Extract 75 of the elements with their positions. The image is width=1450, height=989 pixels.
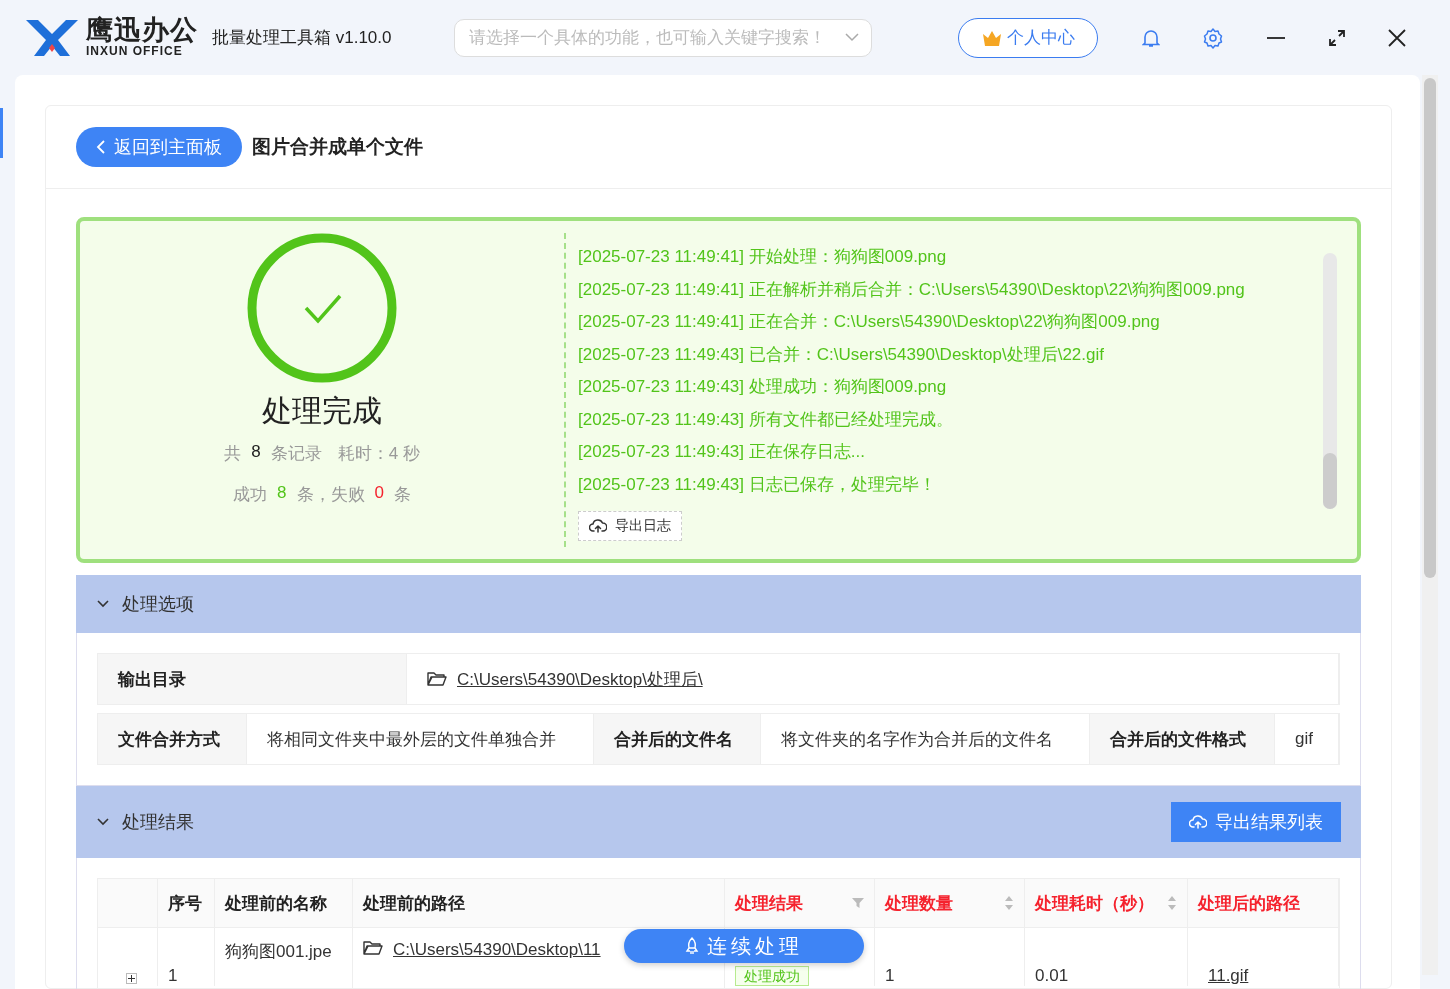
minimize-icon[interactable] <box>1265 35 1286 40</box>
user-center-button[interactable]: 个人中心 <box>957 17 1098 58</box>
folder-icon <box>427 671 447 687</box>
result-tag: 处理成功 <box>735 966 809 986</box>
elapsed-time: 耗时：4 秒 <box>337 443 420 465</box>
option-label: 输出目录 <box>98 654 407 704</box>
success-unit: 条，失败 <box>296 484 365 506</box>
filter-icon[interactable] <box>852 897 864 909</box>
section-header[interactable]: 处理选项 <box>76 575 1361 633</box>
success-label: 成功 <box>233 484 268 506</box>
export-results-button[interactable]: 导出结果列表 <box>1171 802 1341 842</box>
expand-row-button[interactable] <box>126 973 137 984</box>
success-count: 8 <box>277 483 287 504</box>
chevron-icon[interactable] <box>96 599 110 609</box>
column-header[interactable]: 处理前的路径 <box>353 879 725 928</box>
failed-unit: 条 <box>393 484 411 506</box>
page-title: 图片合并成单个文件 <box>252 135 423 159</box>
log-line: [2025-07-23 11:49:43] 已合并：C:\Users\54390\Desktop\处理后\22.gif <box>578 343 1105 366</box>
column-header[interactable]: 序号 <box>158 879 215 928</box>
log-line: [2025-07-23 11:49:43] 处理成功：狗狗图009.png <box>578 376 948 398</box>
logo-name: 鹰迅办公 <box>86 17 198 44</box>
page-scrollbar[interactable] <box>1422 75 1438 975</box>
table-cell: 0.01 <box>1025 928 1188 986</box>
logo-subtitle: INXUN OFFICE <box>86 44 184 58</box>
settings-icon[interactable] <box>1201 26 1224 49</box>
column-header[interactable]: 处理数量 <box>875 879 1025 928</box>
table-cell: 狗狗图001.jpe <box>215 928 353 989</box>
log-line: [2025-07-23 11:49:43] 正在保存日志... <box>578 441 866 463</box>
log-line: [2025-07-23 11:49:41] 开始处理：狗狗图009.png <box>578 246 948 268</box>
option-label: 合并后的文件名 <box>594 714 761 764</box>
chevron-icon[interactable] <box>96 817 110 827</box>
column-header[interactable]: 处理前的名称 <box>215 879 353 928</box>
log-line: [2025-07-23 11:49:43] 日志已保存，处理完毕！ <box>578 473 937 496</box>
failed-count: 0 <box>374 483 384 504</box>
column-header[interactable]: 处理耗时（秒） <box>1025 879 1188 928</box>
option-value: gif <box>1275 714 1339 764</box>
chevron-left-icon <box>96 139 106 155</box>
column-header[interactable]: 处理结果 <box>725 879 875 928</box>
total-unit: 条记录 <box>270 443 322 465</box>
log-scrollbar[interactable] <box>1323 253 1337 509</box>
success-check-icon <box>247 233 397 383</box>
back-button[interactable]: 返回到主面板 <box>76 127 242 167</box>
upload-cloud-icon <box>589 519 607 533</box>
sort-icon[interactable] <box>1167 895 1177 911</box>
output-path-link[interactable]: C:\Users\54390\Desktop\处理后\ <box>457 667 703 691</box>
option-label: 文件合并方式 <box>98 714 247 764</box>
logo-icon <box>24 17 80 58</box>
total-label: 共 <box>224 443 242 465</box>
output-file-link[interactable]: 11.gif <box>1208 966 1249 986</box>
plus-icon <box>128 975 135 982</box>
search-field[interactable]: 请选择一个具体的功能，也可输入关键字搜索！ <box>453 18 872 57</box>
sort-icon[interactable] <box>1004 895 1014 911</box>
table-cell: 1 <box>875 928 1025 986</box>
table-cell: 1 <box>158 928 215 986</box>
folder-icon <box>363 940 383 956</box>
app-title: 批量处理工具箱 v1.10.0 <box>212 27 392 49</box>
upload-cloud-icon <box>1189 815 1207 829</box>
section-title: 处理选项 <box>122 593 194 616</box>
export-log-button[interactable]: 导出日志 <box>578 511 682 541</box>
path-link[interactable]: C:\Users\54390\Desktop\11 <box>393 940 601 960</box>
status-text: 处理完成 <box>262 393 382 429</box>
bell-icon[interactable] <box>1141 27 1160 48</box>
log-line: [2025-07-23 11:49:43] 所有文件都已经处理完成。 <box>578 408 954 431</box>
option-label: 合并后的文件格式 <box>1090 714 1275 764</box>
close-icon[interactable] <box>1387 28 1406 47</box>
dropdown-caret-icon[interactable] <box>844 33 859 42</box>
log-line: [2025-07-23 11:49:41] 正在解析并稍后合并：C:\Users\54390\Desktop\22\狗狗图009.png <box>578 278 1246 301</box>
maximize-icon[interactable] <box>1327 28 1346 47</box>
rocket-icon <box>685 937 699 955</box>
section-header[interactable]: 处理结果 导出结果列表 <box>76 786 1361 858</box>
section-title: 处理结果 <box>122 811 194 834</box>
total-count: 8 <box>251 442 261 463</box>
continue-button[interactable]: 连续处理 <box>624 929 864 963</box>
log-line: [2025-07-23 11:49:41] 正在合并：C:\Users\54390\Desktop\22\狗狗图009.png <box>578 311 1161 333</box>
column-header[interactable]: 处理后的路径 <box>1188 879 1339 928</box>
